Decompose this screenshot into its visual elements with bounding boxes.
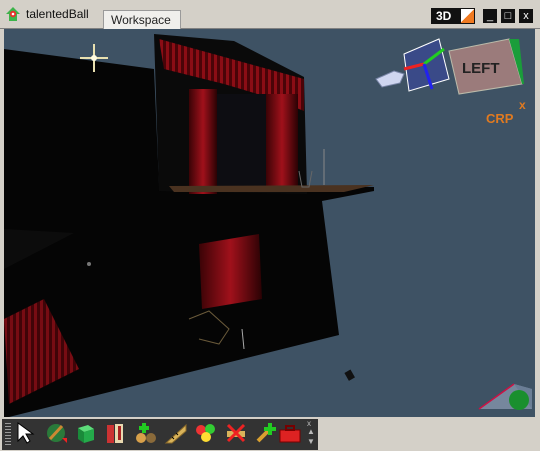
app-logo-icon [6, 7, 20, 21]
toolbar-grip-icon[interactable] [5, 423, 11, 445]
curtain-right [266, 94, 298, 189]
add-tool-icon[interactable] [254, 421, 278, 445]
cube-face-label: LEFT [462, 60, 500, 77]
hand-pointer-icon[interactable] [375, 70, 405, 88]
3d-viewport[interactable]: LEFT x CRP [4, 29, 535, 417]
green-box-icon[interactable] [74, 421, 98, 445]
tab-workspace[interactable]: Workspace [103, 10, 181, 29]
tool-palette [2, 419, 318, 450]
app-title: talentedBall [26, 7, 89, 21]
title-bar: talentedBall Workspace 3D _ □ x [0, 0, 540, 29]
ruler-icon[interactable] [164, 421, 188, 445]
tab-label: Workspace [111, 13, 171, 27]
navigation-wedge-icon[interactable] [478, 383, 532, 410]
crp-label[interactable]: CRP [486, 111, 514, 126]
doors-icon[interactable] [104, 421, 128, 445]
remove-icon[interactable] [224, 421, 248, 445]
view-mode-toggle[interactable]: 3D [431, 8, 475, 24]
curtain-left [189, 89, 217, 194]
maximize-button[interactable]: □ [501, 9, 515, 23]
toolbox-icon[interactable] [278, 421, 302, 445]
orientation-cube-icon[interactable]: LEFT [403, 38, 524, 95]
add-object-icon[interactable] [134, 421, 158, 445]
minimize-button[interactable]: _ [483, 9, 497, 23]
view-mode-label: 3D [436, 9, 452, 23]
color-balls-icon[interactable] [194, 421, 218, 445]
scene-render: LEFT x CRP [4, 34, 532, 417]
paint-brush-icon[interactable] [44, 421, 68, 445]
axis-x-label: x [519, 98, 526, 112]
toolbar-scroll-control[interactable]: x ▲ ▼ [305, 419, 316, 450]
mode-corner-icon [461, 9, 474, 23]
select-arrow-icon[interactable] [14, 421, 38, 445]
close-button[interactable]: x [519, 9, 533, 23]
